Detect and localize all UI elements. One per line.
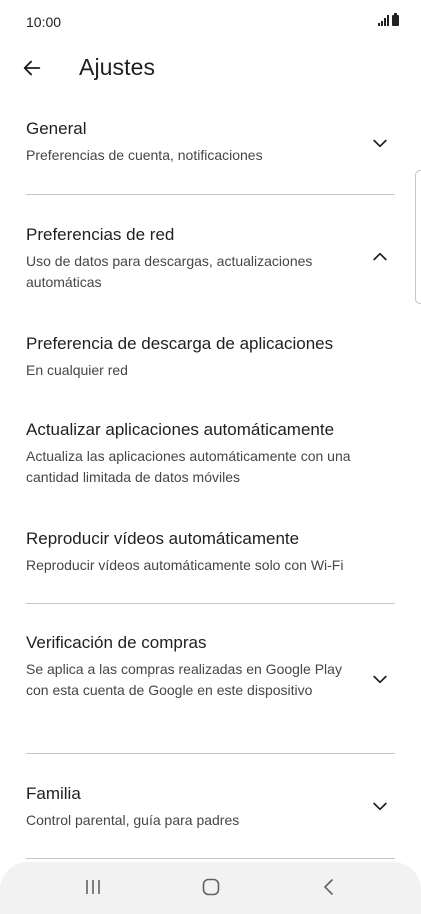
page-title: Ajustes xyxy=(79,54,156,80)
signal-bars-icon xyxy=(378,15,389,26)
pref-auto-update-apps-title: Actualizar aplicaciones automáticamente xyxy=(26,420,335,439)
chevron-down-icon xyxy=(373,139,387,148)
section-family-subtitle: Control parental, guía para padres xyxy=(26,812,240,828)
section-general-title: General xyxy=(26,119,87,138)
divider xyxy=(26,194,395,195)
pref-download-apps-title: Preferencia de descarga de aplicaciones xyxy=(26,334,334,353)
section-purchase[interactable]: Verificación de compras Se aplica a las … xyxy=(26,632,396,732)
chevron-up-icon xyxy=(373,252,387,261)
recent-apps-icon xyxy=(86,880,100,894)
app-bar: Ajustes xyxy=(0,44,421,94)
pref-auto-update-apps-subtitle: Actualiza las aplicaciones automáticamen… xyxy=(26,448,351,485)
status-icons xyxy=(378,13,399,26)
pref-autoplay-videos-subtitle: Reproducir vídeos automáticamente solo c… xyxy=(26,557,344,573)
section-purchase-subtitle: Se aplica a las compras realizadas en Go… xyxy=(26,661,342,698)
status-time: 10:00 xyxy=(26,14,62,30)
battery-icon xyxy=(392,13,399,26)
scrollbar-handle[interactable] xyxy=(415,170,421,304)
nav-back-button[interactable] xyxy=(309,872,349,902)
section-family-title: Familia xyxy=(26,784,81,803)
section-general[interactable]: General Preferencias de cuenta, notifica… xyxy=(26,118,396,178)
system-nav-bar xyxy=(0,862,421,914)
divider xyxy=(26,603,395,604)
pref-auto-update-apps[interactable]: Actualizar aplicaciones automáticamente … xyxy=(26,419,394,488)
home-button[interactable] xyxy=(191,872,231,902)
section-general-subtitle: Preferencias de cuenta, notificaciones xyxy=(26,147,263,163)
pref-download-apps-subtitle: En cualquier red xyxy=(26,362,128,378)
section-purchase-title: Verificación de compras xyxy=(26,633,207,652)
nav-back-icon xyxy=(324,879,333,895)
chevron-down-icon xyxy=(373,675,387,684)
pref-autoplay-videos-title: Reproducir vídeos automáticamente xyxy=(26,529,300,548)
section-family[interactable]: Familia Control parental, guía para padr… xyxy=(26,783,396,835)
home-icon xyxy=(202,878,220,896)
section-network[interactable]: Preferencias de red Uso de datos para de… xyxy=(26,224,396,296)
back-button[interactable] xyxy=(16,52,48,84)
section-network-subtitle: Uso de datos para descargas, actualizaci… xyxy=(26,253,313,290)
status-bar: 10:00 xyxy=(0,0,421,44)
divider xyxy=(26,753,395,754)
pref-download-apps[interactable]: Preferencia de descarga de aplicaciones … xyxy=(26,333,394,381)
pref-autoplay-videos[interactable]: Reproducir vídeos automáticamente Reprod… xyxy=(26,528,394,576)
section-network-title: Preferencias de red xyxy=(26,225,175,244)
divider xyxy=(26,858,395,859)
recent-apps-button[interactable] xyxy=(73,872,113,902)
arrow-back-icon xyxy=(23,60,41,76)
chevron-down-icon xyxy=(373,802,387,811)
